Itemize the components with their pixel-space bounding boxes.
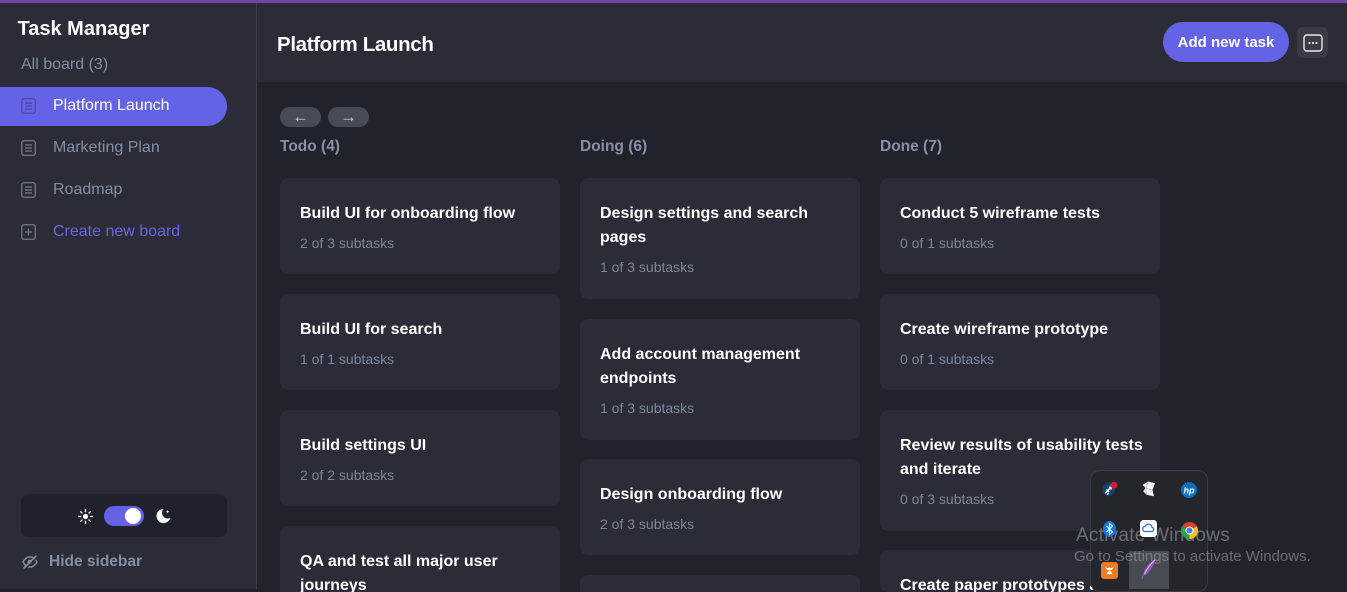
svg-text:hp: hp [1184,485,1195,495]
